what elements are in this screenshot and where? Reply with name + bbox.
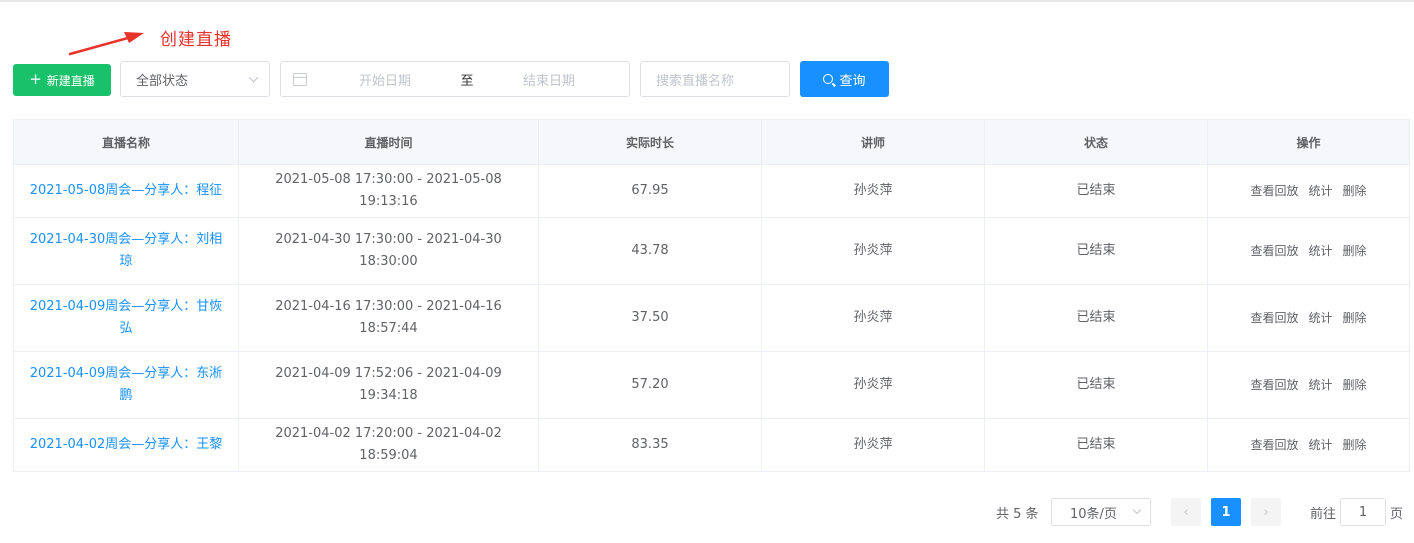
live-time-cell: 2021-05-08 17:30:00 - 2021-05-08 19:13:1…: [238, 164, 539, 218]
table-row: 2021-04-30周会—分享人：刘相琼 2021-04-30 17:30:00…: [13, 217, 1410, 285]
page-size-value: 10条/页: [1070, 506, 1117, 522]
table-row: 2021-04-02周会—分享人：王黎 2021-04-02 17:20:00 …: [13, 418, 1410, 472]
annotation-label: 创建直播: [160, 30, 232, 50]
chevron-down-icon: [248, 72, 259, 82]
chevron-down-icon: [1132, 505, 1142, 515]
column-header-actions: 操作: [1207, 119, 1410, 165]
actions-cell: 查看回放 统计 删除: [1207, 418, 1410, 472]
actions-cell: 查看回放 统计 删除: [1207, 351, 1410, 419]
duration-cell: 67.95: [538, 164, 762, 218]
lecturer-cell: 孙炎萍: [761, 418, 985, 472]
prev-page-button[interactable]: ‹: [1171, 498, 1201, 526]
total-count: 共 5 条: [996, 507, 1039, 522]
page-unit-label: 页: [1390, 507, 1404, 522]
chevron-left-icon: ‹: [1183, 504, 1189, 520]
annotation-arrow-icon: [68, 32, 144, 56]
status-select-value: 全部状态: [136, 73, 189, 89]
calendar-icon: [293, 72, 307, 86]
live-name-cell: 2021-04-09周会—分享人：东淅鹏: [13, 351, 239, 419]
view-replay-link[interactable]: 查看回放: [1250, 244, 1298, 258]
lecturer-cell: 孙炎萍: [761, 351, 985, 419]
view-replay-link[interactable]: 查看回放: [1250, 438, 1298, 452]
live-name-cell: 2021-04-09周会—分享人：甘恢弘: [13, 284, 239, 352]
statistics-link[interactable]: 统计: [1308, 378, 1332, 392]
statistics-link[interactable]: 统计: [1308, 311, 1332, 325]
duration-cell: 83.35: [538, 418, 762, 472]
query-button[interactable]: 查询: [800, 61, 889, 97]
chevron-right-icon: ›: [1263, 504, 1269, 520]
live-table: 直播名称 直播时间 实际时长 讲师 状态 操作 2021-05-08周会—分享人…: [13, 119, 1410, 472]
live-name-link[interactable]: 2021-05-08周会—分享人：程征: [30, 183, 223, 198]
query-label: 查询: [839, 73, 866, 89]
live-name-cell: 2021-04-30周会—分享人：刘相琼: [13, 217, 239, 285]
statistics-link[interactable]: 统计: [1308, 184, 1332, 198]
lecturer-cell: 孙炎萍: [761, 217, 985, 285]
live-name-link[interactable]: 2021-04-09周会—分享人：东淅鹏: [30, 366, 223, 403]
lecturer-cell: 孙炎萍: [761, 284, 985, 352]
column-header-status: 状态: [984, 119, 1208, 165]
page-size-select[interactable]: 10条/页: [1051, 498, 1151, 526]
view-replay-link[interactable]: 查看回放: [1250, 184, 1298, 198]
statistics-link[interactable]: 统计: [1308, 438, 1332, 452]
table-row: 2021-04-09周会—分享人：东淅鹏 2021-04-09 17:52:06…: [13, 351, 1410, 419]
column-header-name: 直播名称: [13, 119, 239, 165]
plus-icon: +: [29, 70, 42, 88]
delete-link[interactable]: 删除: [1343, 184, 1367, 198]
duration-cell: 37.50: [538, 284, 762, 352]
table-row: 2021-04-09周会—分享人：甘恢弘 2021-04-16 17:30:00…: [13, 284, 1410, 352]
live-time-cell: 2021-04-02 17:20:00 - 2021-04-02 18:59:0…: [238, 418, 539, 472]
view-replay-link[interactable]: 查看回放: [1250, 378, 1298, 392]
end-date-input[interactable]: 结束日期: [487, 70, 611, 89]
top-divider: [0, 0, 1414, 2]
search-icon: [823, 74, 834, 84]
live-time-cell: 2021-04-16 17:30:00 - 2021-04-16 18:57:4…: [238, 284, 539, 352]
actions-cell: 查看回放 统计 删除: [1207, 164, 1410, 218]
column-header-duration: 实际时长: [538, 119, 762, 165]
start-date-input[interactable]: 开始日期: [323, 70, 447, 89]
column-header-time: 直播时间: [238, 119, 539, 165]
delete-link[interactable]: 删除: [1343, 311, 1367, 325]
table-row: 2021-05-08周会—分享人：程征 2021-05-08 17:30:00 …: [13, 164, 1410, 218]
delete-link[interactable]: 删除: [1343, 378, 1367, 392]
column-header-lecturer: 讲师: [761, 119, 985, 165]
live-time-cell: 2021-04-30 17:30:00 - 2021-04-30 18:30:0…: [238, 217, 539, 285]
goto-label: 前往: [1310, 507, 1337, 522]
status-cell: 已结束: [984, 351, 1208, 419]
create-live-button[interactable]: + 新建直播: [13, 64, 111, 96]
duration-cell: 43.78: [538, 217, 762, 285]
status-cell: 已结束: [984, 164, 1208, 218]
page-1-button[interactable]: 1: [1211, 498, 1241, 526]
status-cell: 已结束: [984, 284, 1208, 352]
goto-page-input[interactable]: 1: [1340, 498, 1386, 526]
live-time-cell: 2021-04-09 17:52:06 - 2021-04-09 19:34:1…: [238, 351, 539, 419]
search-input[interactable]: 搜索直播名称: [640, 61, 790, 97]
status-select[interactable]: 全部状态: [120, 61, 270, 97]
status-cell: 已结束: [984, 418, 1208, 472]
live-name-cell: 2021-04-02周会—分享人：王黎: [13, 418, 239, 472]
live-name-link[interactable]: 2021-04-30周会—分享人：刘相琼: [30, 232, 223, 269]
date-separator: 至: [460, 73, 474, 89]
duration-cell: 57.20: [538, 351, 762, 419]
actions-cell: 查看回放 统计 删除: [1207, 284, 1410, 352]
create-live-label: 新建直播: [46, 73, 95, 88]
statistics-link[interactable]: 统计: [1308, 244, 1332, 258]
delete-link[interactable]: 删除: [1343, 244, 1367, 258]
table-header-row: 直播名称 直播时间 实际时长 讲师 状态 操作: [13, 119, 1410, 165]
actions-cell: 查看回放 统计 删除: [1207, 217, 1410, 285]
view-replay-link[interactable]: 查看回放: [1250, 311, 1298, 325]
live-name-cell: 2021-05-08周会—分享人：程征: [13, 164, 239, 218]
live-name-link[interactable]: 2021-04-02周会—分享人：王黎: [30, 437, 223, 452]
next-page-button[interactable]: ›: [1251, 498, 1281, 526]
live-name-link[interactable]: 2021-04-09周会—分享人：甘恢弘: [30, 299, 223, 336]
delete-link[interactable]: 删除: [1343, 438, 1367, 452]
date-range-picker[interactable]: 开始日期 至 结束日期: [280, 61, 630, 97]
pagination: 共 5 条 10条/页 ‹ 1 › 前往 1 页: [0, 498, 1414, 526]
lecturer-cell: 孙炎萍: [761, 164, 985, 218]
status-cell: 已结束: [984, 217, 1208, 285]
